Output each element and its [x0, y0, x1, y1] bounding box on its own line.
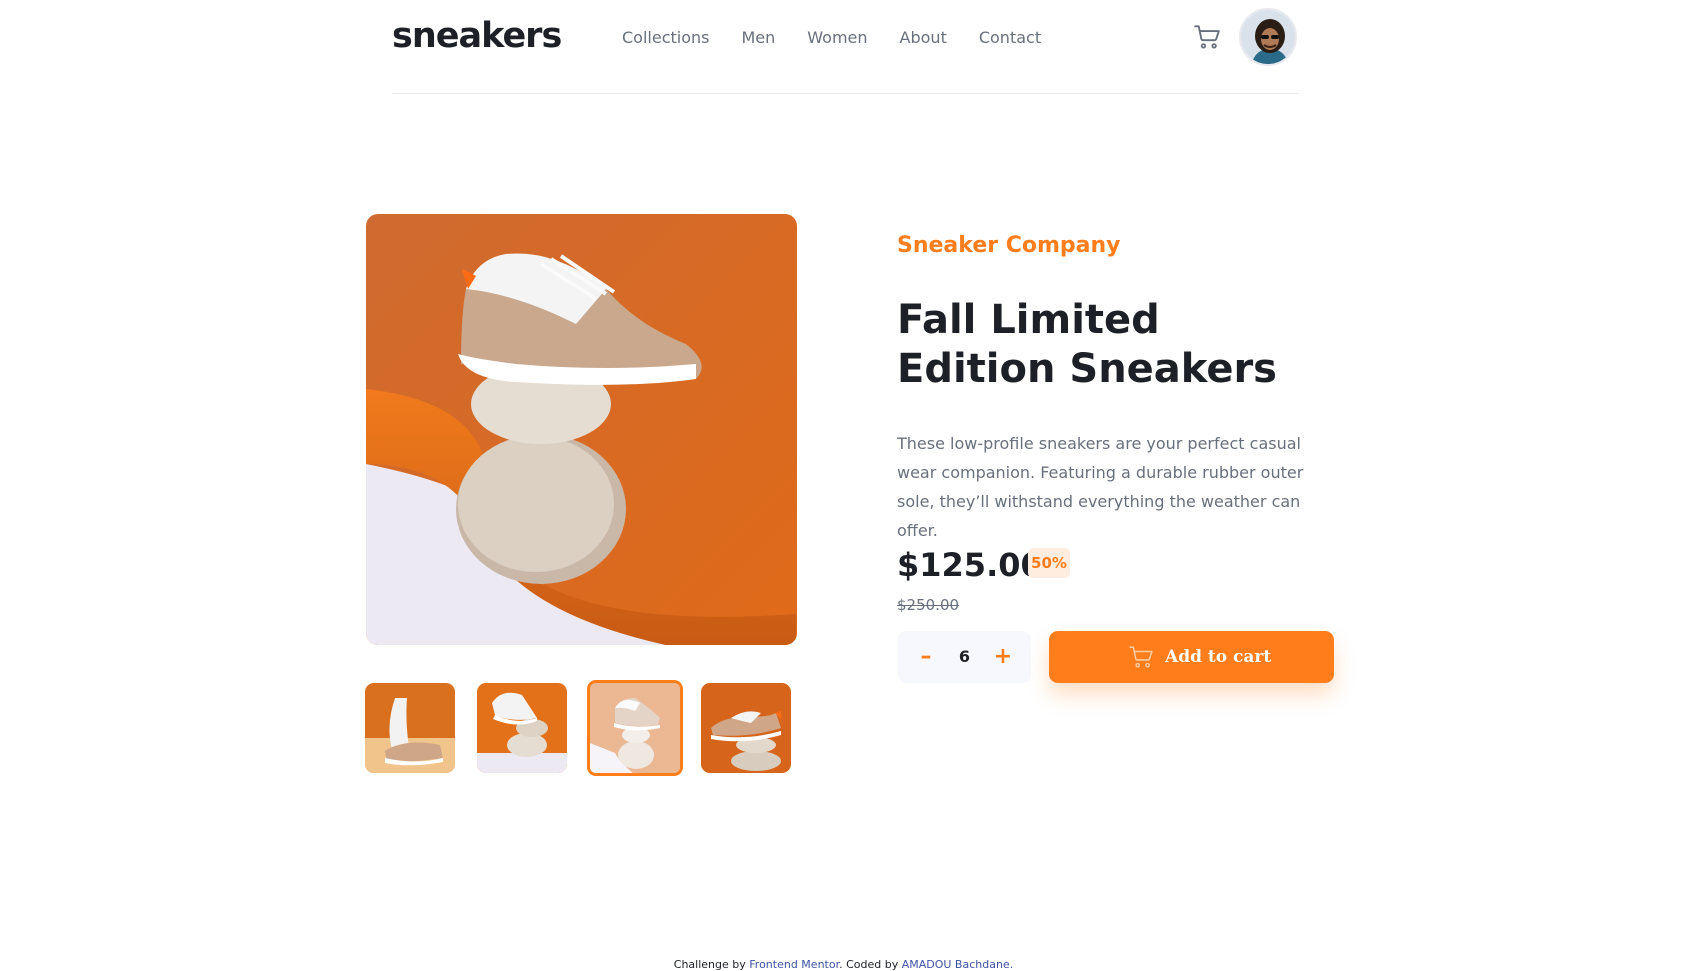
product-main-image[interactable] [366, 214, 797, 645]
current-price: $125.00 [897, 546, 1043, 584]
attribution-footer: Challenge by Frontend Mentor. Coded by A… [0, 958, 1687, 971]
quantity-stepper: – 6 + [898, 631, 1031, 683]
thumbnail-3-active[interactable] [587, 680, 683, 776]
main-nav: Collections Men Women About Contact [622, 28, 1041, 47]
product-description: These low-profile sneakers are your perf… [897, 434, 1304, 540]
company-name: Sneaker Company [897, 233, 1121, 258]
author-link[interactable]: AMADOU Bachdane. [902, 958, 1013, 971]
frontend-mentor-link[interactable]: Frontend Mentor [749, 958, 839, 971]
nav-item-contact[interactable]: Contact [979, 28, 1041, 47]
nav-item-men[interactable]: Men [741, 28, 775, 47]
product-title: Fall Limited Edition Sneakers [897, 297, 1277, 392]
nav-item-women[interactable]: Women [807, 28, 867, 47]
nav-item-collections[interactable]: Collections [622, 28, 709, 47]
thumbnail-2[interactable] [477, 683, 567, 773]
attribution-mid: . Coded by [839, 958, 899, 971]
thumbnail-1[interactable] [365, 683, 455, 773]
site-header: sneakers Collections Men Women About Con… [392, 0, 1299, 94]
increase-quantity-button[interactable]: + [983, 631, 1023, 683]
nav-item-about[interactable]: About [900, 28, 947, 47]
discount-badge: 50% [1028, 548, 1070, 578]
attribution-prefix: Challenge by [673, 958, 746, 971]
add-to-cart-button[interactable]: Add to cart [1049, 631, 1334, 683]
cart-icon[interactable] [1194, 25, 1220, 49]
add-to-cart-label: Add to cart [1165, 647, 1272, 667]
site-logo[interactable]: sneakers [392, 16, 562, 56]
thumbnail-4[interactable] [701, 683, 791, 773]
original-price: $250.00 [897, 596, 960, 614]
user-avatar[interactable] [1239, 8, 1297, 66]
cart-icon [1129, 646, 1153, 668]
